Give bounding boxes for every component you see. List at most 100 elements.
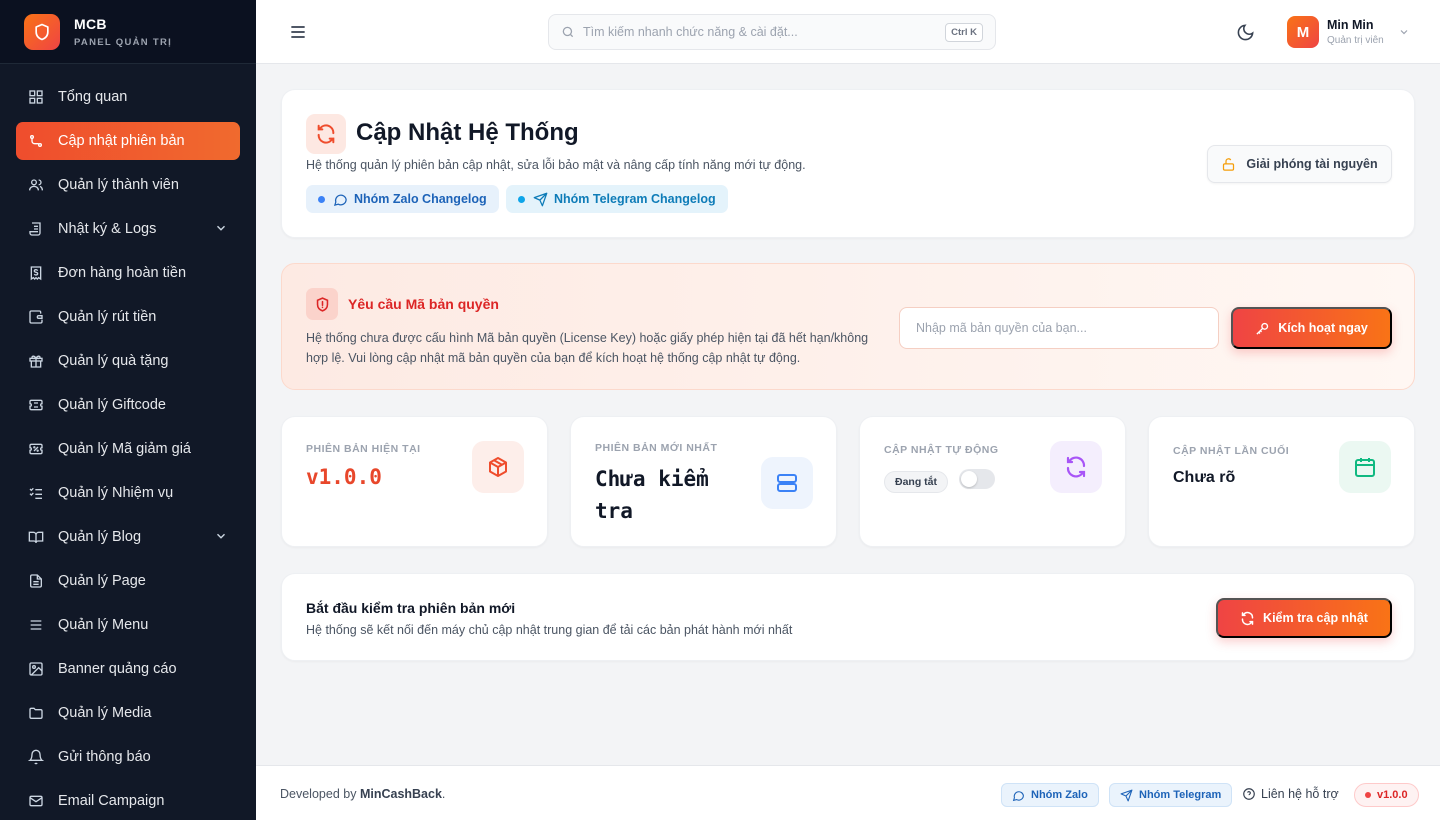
git-update-icon — [30, 135, 42, 147]
sidebar-item-notifications[interactable]: Gửi thông báo — [16, 738, 240, 776]
footer-credit: Developed by MinCashBack. — [280, 787, 446, 801]
activate-license-button[interactable]: Kích hoạt ngay — [1231, 307, 1392, 349]
license-title: Yêu cầu Mã bản quyền — [348, 296, 499, 312]
sidebar-item-giftcode[interactable]: Quản lý Giftcode — [16, 386, 240, 424]
chat-bubble-icon — [333, 194, 347, 206]
sidebar-item-label: Quản lý rút tiền — [58, 309, 157, 325]
refresh-icon — [1050, 441, 1102, 493]
system-update-header-card: Cập Nhật Hệ Thống Hệ thống quản lý phiên… — [281, 89, 1415, 238]
footer-developer-link[interactable]: MinCashBack — [360, 787, 442, 801]
sidebar-item-label: Quản lý Mã giảm giá — [58, 441, 191, 457]
user-menu[interactable]: M Min Min Quản trị viên — [1287, 16, 1410, 48]
moon-icon[interactable] — [1236, 23, 1255, 42]
sidebar-item-gifts[interactable]: Quản lý quà tặng — [16, 342, 240, 380]
license-key-input[interactable]: Nhập mã bản quyền của bạn... — [899, 307, 1219, 349]
sidebar-item-pages[interactable]: Quản lý Page — [16, 562, 240, 600]
current-version-card: PHIÊN BẢN HIỆN TẠI v1.0.0 — [281, 416, 548, 547]
sidebar-item-label: Banner quảng cáo — [58, 661, 177, 677]
release-resources-label: Giải phóng tài nguyên — [1246, 157, 1378, 171]
stat-label: PHIÊN BẢN MỚI NHẤT — [595, 442, 718, 454]
sidebar-item-refund-orders[interactable]: Đơn hàng hoàn tiền — [16, 254, 240, 292]
sidebar-item-label: Quản lý thành viên — [58, 177, 179, 193]
brand[interactable]: MCB PANEL QUẢN TRỊ — [0, 0, 256, 64]
package-icon — [472, 441, 524, 493]
sidebar-item-tasks[interactable]: Quản lý Nhiệm vụ — [16, 474, 240, 512]
check-update-card: Bắt đầu kiểm tra phiên bản mới Hệ thống … — [281, 573, 1415, 661]
check-update-description: Hệ thống sẽ kết nối đến máy chủ cập nhật… — [306, 623, 793, 637]
page-title: Cập Nhật Hệ Thống — [356, 119, 579, 146]
topbar: Tìm kiếm nhanh chức năng & cài đặt... Ct… — [256, 0, 1440, 64]
sidebar-item-members[interactable]: Quản lý thành viên — [16, 166, 240, 204]
footer-support-label: Liên hệ hỗ trợ — [1261, 787, 1339, 801]
sidebar-item-label: Nhật ký & Logs — [58, 221, 157, 237]
footer: Developed by MinCashBack. Nhóm Zalo Nhóm… — [256, 765, 1440, 820]
stat-label: CẬP NHẬT LẦN CUỐI — [1173, 445, 1290, 457]
license-key-placeholder: Nhập mã bản quyền của bạn... — [916, 321, 1087, 335]
sidebar-item-media[interactable]: Quản lý Media — [16, 694, 240, 732]
sidebar-item-banners[interactable]: Banner quảng cáo — [16, 650, 240, 688]
stat-label: CẬP NHẬT TỰ ĐỘNG — [884, 444, 999, 456]
chevron-down-icon — [1400, 30, 1408, 35]
zalo-changelog-label: Nhóm Zalo Changelog — [354, 192, 487, 206]
release-resources-button[interactable]: Giải phóng tài nguyên — [1207, 145, 1392, 183]
telegram-changelog-link[interactable]: Nhóm Telegram Changelog — [506, 185, 728, 213]
check-update-button[interactable]: Kiểm tra cập nhật — [1216, 598, 1392, 638]
chevron-down-icon — [217, 225, 225, 231]
footer-telegram-link[interactable]: Nhóm Telegram — [1109, 783, 1233, 807]
sidebar-item-label: Quản lý quà tặng — [58, 353, 169, 369]
stat-label: PHIÊN BẢN HIỆN TẠI — [306, 443, 421, 455]
search-placeholder: Tìm kiếm nhanh chức năng & cài đặt... — [583, 25, 798, 39]
status-dot — [318, 195, 325, 203]
footer-zalo-label: Nhóm Zalo — [1031, 789, 1088, 801]
send-icon — [533, 192, 548, 206]
receipt-dollar-icon — [30, 266, 42, 281]
book-icon — [28, 531, 44, 544]
zalo-changelog-link[interactable]: Nhóm Zalo Changelog — [306, 185, 499, 213]
help-circle-icon — [1243, 788, 1255, 800]
scroll-icon — [29, 222, 41, 236]
last-update-card: CẬP NHẬT LẦN CUỐI Chưa rõ — [1148, 416, 1415, 547]
calendar-icon — [1339, 441, 1391, 493]
chevron-down-icon — [217, 533, 225, 539]
last-update-value: Chưa rõ — [1173, 469, 1236, 486]
auto-update-toggle[interactable] — [959, 469, 995, 489]
gift-icon — [29, 355, 43, 368]
hamburger-menu-icon[interactable] — [288, 22, 308, 42]
sidebar-item-label: Quản lý Giftcode — [58, 397, 166, 413]
avatar: M — [1287, 16, 1319, 48]
check-update-title: Bắt đầu kiểm tra phiên bản mới — [306, 600, 516, 616]
search-input[interactable]: Tìm kiếm nhanh chức năng & cài đặt... Ct… — [548, 14, 996, 50]
latest-version-value: Chưa kiểm tra — [595, 467, 709, 523]
sidebar-item-label: Tổng quan — [58, 89, 128, 105]
sidebar-item-coupons[interactable]: Quản lý Mã giảm giá — [16, 430, 240, 468]
telegram-changelog-label: Nhóm Telegram Changelog — [554, 192, 716, 206]
sidebar-item-version-update[interactable]: Cập nhật phiên bản — [16, 122, 240, 160]
version-badge: v1.0.0 — [1354, 783, 1419, 807]
sidebar-item-overview[interactable]: Tổng quan — [16, 78, 240, 116]
footer-developed-prefix: Developed by — [280, 787, 357, 801]
sidebar-item-email-campaign[interactable]: Email Campaign — [16, 782, 240, 820]
sidebar-item-menu[interactable]: Quản lý Menu — [16, 606, 240, 644]
check-update-label: Kiểm tra cập nhật — [1263, 611, 1368, 625]
sidebar-item-withdrawals[interactable]: Quản lý rút tiền — [16, 298, 240, 336]
status-dot — [1365, 792, 1371, 798]
footer-telegram-label: Nhóm Telegram — [1139, 789, 1222, 801]
footer-zalo-link[interactable]: Nhóm Zalo — [1001, 783, 1099, 807]
license-description: Hệ thống chưa được cấu hình Mã bản quyền… — [306, 331, 869, 365]
user-role: Quản trị viên — [1327, 35, 1384, 46]
search-shortcut-badge: Ctrl K — [945, 22, 983, 42]
sidebar-item-logs[interactable]: Nhật ký & Logs — [16, 210, 240, 248]
folder-icon — [29, 707, 43, 719]
sidebar-item-label: Đơn hàng hoàn tiền — [58, 265, 187, 281]
sidebar-item-label: Quản lý Media — [58, 705, 152, 721]
wallet-icon — [29, 310, 43, 324]
search-icon — [562, 26, 574, 38]
menu-icon — [30, 620, 42, 630]
sidebar-item-blog[interactable]: Quản lý Blog — [16, 518, 240, 556]
server-icon — [761, 457, 813, 509]
activate-license-label: Kích hoạt ngay — [1278, 321, 1368, 335]
sidebar-item-label: Quản lý Nhiệm vụ — [58, 485, 174, 501]
footer-support-link[interactable]: Liên hệ hỗ trợ — [1242, 787, 1339, 801]
refresh-icon — [1241, 611, 1254, 625]
version-label: v1.0.0 — [1377, 789, 1408, 801]
